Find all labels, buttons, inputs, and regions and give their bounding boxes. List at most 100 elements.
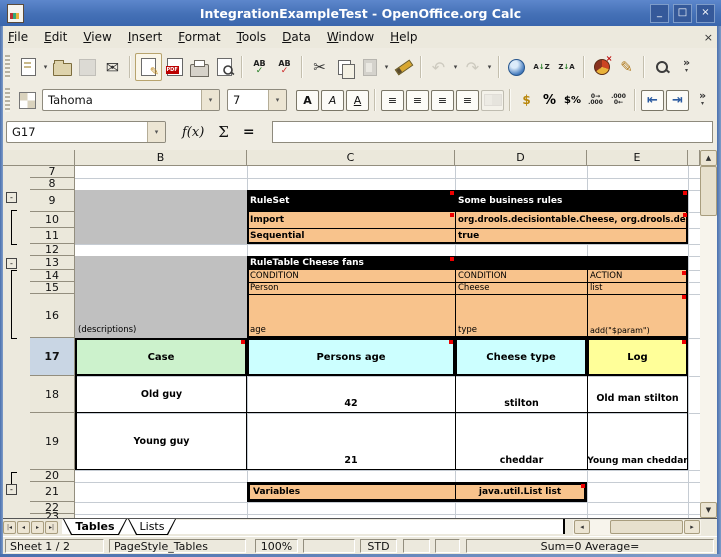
scroll-up-icon[interactable]: ▲ [700, 150, 717, 166]
cell-c21[interactable]: Variables [253, 482, 448, 502]
row-header-9[interactable]: 9 [30, 190, 75, 212]
name-box-dropdown-icon[interactable]: ▾ [147, 122, 165, 142]
cell-b18[interactable]: Old guy [77, 376, 246, 413]
row-header-18[interactable]: 18 [30, 376, 75, 413]
column-header-e[interactable]: E [587, 150, 688, 166]
last-sheet-icon[interactable]: ▸| [45, 521, 58, 534]
paste-icon[interactable] [357, 54, 382, 80]
status-sum-average[interactable]: Sum=0 Average= [466, 539, 714, 553]
sum-icon[interactable]: Σ [218, 123, 229, 141]
new-dropdown-icon[interactable]: ▾ [41, 54, 50, 80]
toolbar-handle[interactable] [5, 88, 10, 112]
cell-reference[interactable]: G17 [7, 125, 147, 139]
outline-collapse-button[interactable]: - [6, 484, 17, 495]
spreadsheet-grid[interactable]: 1 2 - - - B C D E 7 8 9 10 11 12 13 14 1… [0, 150, 717, 518]
sort-ascending-icon[interactable]: A↓Z [529, 54, 554, 80]
cell-c16[interactable]: age [250, 294, 450, 337]
number-format-currency-icon[interactable]: $ [515, 89, 538, 111]
formula-input[interactable] [272, 121, 713, 143]
row-header-12[interactable]: 12 [30, 244, 75, 256]
cell-c19[interactable]: 21 [247, 413, 455, 470]
menu-insert[interactable]: Insert [120, 28, 170, 46]
status-selection-mode[interactable]: STD [360, 539, 397, 553]
status-field-4[interactable] [303, 539, 355, 553]
cell-d18[interactable]: stilton [456, 376, 587, 413]
redo-dropdown-icon[interactable]: ▾ [485, 54, 494, 80]
cell-e16[interactable]: add("$param") [590, 294, 685, 337]
bold-icon[interactable]: A [296, 90, 319, 111]
cell-b16[interactable]: (descriptions) [78, 294, 244, 337]
cell-e14[interactable]: ACTION [590, 270, 685, 282]
row-header-21[interactable]: 21 [30, 482, 75, 502]
cell-e19[interactable]: Young man cheddar [588, 413, 687, 470]
horizontal-scrollbar-thumb[interactable] [610, 520, 683, 534]
font-size-dropdown-icon[interactable]: ▾ [268, 90, 286, 110]
status-field-6[interactable] [403, 539, 430, 553]
number-format-standard-icon[interactable]: $% [561, 89, 584, 111]
previous-sheet-icon[interactable]: ◂ [17, 521, 30, 534]
cell-b17[interactable]: Case [75, 338, 247, 376]
font-name-value[interactable]: Tahoma [43, 93, 201, 107]
column-header-c[interactable]: C [247, 150, 455, 166]
close-document-icon[interactable]: × [704, 31, 713, 44]
hyperlink-icon[interactable] [504, 54, 529, 80]
print-icon[interactable] [187, 54, 212, 80]
export-pdf-icon[interactable]: PDF [162, 54, 187, 80]
function-icon[interactable]: = [243, 124, 255, 140]
cell-d16[interactable]: type [458, 294, 584, 337]
more-buttons-icon[interactable]: »▾ [690, 87, 715, 113]
menu-tools[interactable]: Tools [229, 28, 275, 46]
cell-c9[interactable]: RuleSet [250, 190, 450, 212]
vertical-scrollbar-thumb[interactable] [700, 166, 717, 216]
outline-collapse-button[interactable]: - [6, 192, 17, 203]
align-left-icon[interactable]: ≡ [381, 90, 404, 111]
cell-d11[interactable]: true [458, 228, 686, 244]
menu-file[interactable]: File [0, 28, 36, 46]
maximize-button[interactable]: □ [673, 4, 692, 23]
first-sheet-icon[interactable]: |◂ [3, 521, 16, 534]
next-sheet-icon[interactable]: ▸ [31, 521, 44, 534]
cell-c18[interactable]: 42 [247, 376, 455, 413]
row-header-13[interactable]: 13 [30, 256, 75, 270]
close-button[interactable]: × [696, 4, 715, 23]
save-icon[interactable] [75, 54, 100, 80]
cell-e17[interactable]: Log [587, 338, 688, 376]
justified-icon[interactable]: ≡ [456, 90, 479, 111]
column-header-b[interactable]: B [75, 150, 247, 166]
edit-file-icon[interactable]: ✎ [135, 53, 162, 81]
row-header-15[interactable]: 15 [30, 282, 75, 294]
scroll-down-icon[interactable]: ▼ [700, 502, 717, 518]
status-page-style[interactable]: PageStyle_Tables [109, 539, 246, 553]
status-field-7[interactable] [435, 539, 460, 553]
format-paintbrush-icon[interactable] [391, 54, 416, 80]
row-header-17[interactable]: 17 [30, 338, 75, 376]
font-size-combo[interactable]: 7 ▾ [227, 89, 287, 111]
undo-icon[interactable]: ↶ [426, 54, 451, 80]
italic-icon[interactable]: A [321, 90, 344, 111]
more-buttons-icon[interactable]: »▾ [674, 54, 699, 80]
menu-view[interactable]: View [75, 28, 119, 46]
styles-and-formatting-icon[interactable] [16, 87, 38, 113]
redo-icon[interactable]: ↷ [460, 54, 485, 80]
row-header-19[interactable]: 19 [30, 413, 75, 470]
decrease-indent-icon[interactable]: ⇤ [641, 90, 664, 111]
cell-c10[interactable]: Import [250, 212, 450, 228]
cell-b19[interactable]: Young guy [77, 413, 246, 470]
find-replace-icon[interactable] [649, 54, 674, 80]
underline-icon[interactable]: A [346, 90, 369, 111]
paste-dropdown-icon[interactable]: ▾ [382, 54, 391, 80]
cell-c11[interactable]: Sequential [250, 228, 450, 244]
font-size-value[interactable]: 7 [228, 93, 268, 107]
tab-tables[interactable]: Tables [63, 519, 127, 535]
delete-decimal-icon[interactable]: .000 0← [607, 89, 630, 111]
cell-d9[interactable]: Some business rules [458, 190, 686, 212]
new-document-icon[interactable] [16, 54, 41, 80]
menu-window[interactable]: Window [319, 28, 382, 46]
align-right-icon[interactable]: ≡ [431, 90, 454, 111]
auto-spellcheck-icon[interactable]: AB✓ [272, 54, 297, 80]
menu-data[interactable]: Data [274, 28, 319, 46]
cell-b9-b11-gray[interactable] [75, 190, 247, 244]
align-center-icon[interactable]: ≡ [406, 90, 429, 111]
row-header-11[interactable]: 11 [30, 228, 75, 244]
name-box[interactable]: G17 ▾ [6, 121, 166, 143]
